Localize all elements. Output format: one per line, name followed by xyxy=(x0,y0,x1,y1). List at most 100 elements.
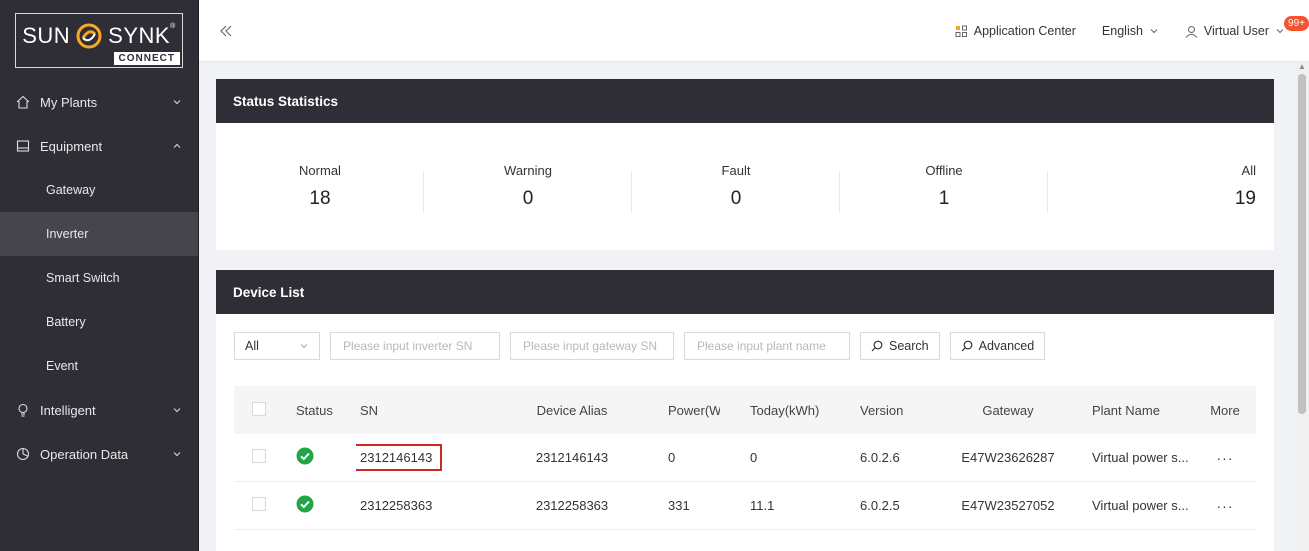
alias-cell: 2312146143 xyxy=(535,450,609,465)
inverter-sn-input[interactable] xyxy=(330,332,500,360)
sn-cell: 2312146143 xyxy=(356,444,506,471)
status-ok-icon xyxy=(296,447,314,465)
top-bar: Application Center English Virtual User … xyxy=(199,0,1309,62)
notification-badge[interactable]: 99+ xyxy=(1284,16,1309,31)
column-header-gateway[interactable]: Gateway xyxy=(938,403,1078,418)
column-header-status[interactable]: Status xyxy=(286,403,356,418)
chevron-down-icon xyxy=(172,97,182,107)
row-checkbox-cell xyxy=(234,449,286,466)
sidebar-item-intelligent[interactable]: Intelligent xyxy=(0,388,198,432)
collapse-sidebar-icon[interactable] xyxy=(219,24,233,38)
logo-wrap: SUN SYNK® CONNECT xyxy=(0,0,198,80)
status-filter-select[interactable]: All xyxy=(234,332,320,360)
sidebar-item-inverter[interactable]: Inverter xyxy=(0,212,198,256)
power-cell: 0 xyxy=(668,450,676,465)
sidebar-item-label: Equipment xyxy=(40,138,103,154)
search-icon xyxy=(871,340,883,352)
status-statistics-card: Status Statistics Normal 18 Warning 0 Fa… xyxy=(216,79,1274,250)
status-statistics-title: Status Statistics xyxy=(216,79,1274,123)
column-header-sn[interactable]: SN xyxy=(356,403,506,418)
advanced-search-button[interactable]: Advanced xyxy=(949,332,1046,360)
stat-label: Fault xyxy=(721,163,751,178)
sidebar-item-label: Operation Data xyxy=(40,446,129,462)
chevron-down-icon xyxy=(172,449,182,459)
select-all-checkbox-cell xyxy=(234,401,286,419)
row-checkbox[interactable] xyxy=(252,449,266,463)
stat-all[interactable]: All 19 xyxy=(1048,163,1274,210)
scroll-up-icon[interactable]: ▲ xyxy=(1298,62,1306,71)
sidebar-item-event[interactable]: Event xyxy=(0,344,198,388)
more-actions-cell: ··· xyxy=(1196,450,1254,466)
scrollbar-thumb[interactable] xyxy=(1298,74,1306,414)
logo-reg-mark: ® xyxy=(170,23,176,30)
logo-synk-text: SYNK xyxy=(108,23,171,48)
stat-value: 0 xyxy=(522,188,534,209)
select-all-checkbox[interactable] xyxy=(252,401,266,416)
main-content: Status Statistics Normal 18 Warning 0 Fa… xyxy=(199,62,1295,551)
sidebar-item-smart-switch[interactable]: Smart Switch xyxy=(0,256,198,300)
page-scrollbar[interactable]: ▲ xyxy=(1295,62,1309,551)
column-header-alias[interactable]: Device Alias xyxy=(506,403,638,418)
stat-label: Normal xyxy=(299,163,341,178)
stat-value: 1 xyxy=(938,188,950,209)
logo-word-sun: SUN xyxy=(22,23,71,48)
version-cell: 6.0.2.5 xyxy=(860,498,900,513)
sidebar-item-equipment[interactable]: Equipment xyxy=(0,124,198,168)
chart-icon xyxy=(16,447,30,461)
column-header-more: More xyxy=(1210,402,1240,418)
plant-cell: Virtual power s... xyxy=(1092,450,1189,465)
user-name: Virtual User xyxy=(1203,24,1269,38)
language-select[interactable]: English xyxy=(1102,24,1159,38)
table-row[interactable]: 2312146143 2312146143 0 0 6.0.2.6 E47W23… xyxy=(234,434,1256,482)
stat-label: Warning xyxy=(504,163,552,178)
bulb-icon xyxy=(16,403,30,417)
sidebar-item-my-plants[interactable]: My Plants xyxy=(0,80,198,124)
stat-warning[interactable]: Warning 0 xyxy=(424,163,632,213)
sidebar-item-battery[interactable]: Battery xyxy=(0,300,198,344)
stat-value: 18 xyxy=(309,188,331,209)
column-header-version[interactable]: Version xyxy=(850,403,938,418)
user-menu[interactable]: Virtual User xyxy=(1185,24,1285,38)
chevron-down-icon xyxy=(300,344,308,349)
today-cell: 11.1 xyxy=(750,498,775,513)
stat-value: 19 xyxy=(1234,188,1256,209)
more-actions-icon[interactable]: ··· xyxy=(1217,498,1234,514)
equipment-icon xyxy=(16,139,30,153)
sunsynk-logo[interactable]: SUN SYNK® CONNECT xyxy=(15,12,183,68)
version-cell: 6.0.2.6 xyxy=(860,450,900,465)
sn-cell[interactable]: 2312258363 xyxy=(356,498,506,513)
plant-name-input[interactable] xyxy=(684,332,850,360)
search-button-label: Search xyxy=(889,339,929,353)
logo-word-synk: SYNK® xyxy=(108,23,176,49)
advanced-button-label: Advanced xyxy=(978,339,1035,353)
sn-link-highlighted[interactable]: 2312146143 xyxy=(356,444,443,471)
language-label: English xyxy=(1101,24,1143,38)
sidebar-item-gateway[interactable]: Gateway xyxy=(0,168,198,212)
table-row[interactable]: 2312258363 2312258363 331 11.1 6.0.2.5 E… xyxy=(234,482,1256,530)
stat-fault[interactable]: Fault 0 xyxy=(632,163,840,213)
sidebar-item-operation-data[interactable]: Operation Data xyxy=(0,432,198,476)
chevron-up-icon xyxy=(172,141,182,151)
status-ok-icon xyxy=(296,495,314,513)
column-header-today[interactable]: Today(kWh) xyxy=(720,403,850,418)
application-center-label: Application Center xyxy=(973,24,1076,38)
stat-offline[interactable]: Offline 1 xyxy=(840,163,1048,213)
row-checkbox[interactable] xyxy=(252,497,266,511)
device-list-title: Device List xyxy=(216,270,1274,314)
apps-icon xyxy=(955,25,967,37)
application-center-link[interactable]: Application Center xyxy=(955,24,1076,38)
more-actions-icon[interactable]: ··· xyxy=(1217,450,1234,466)
user-icon xyxy=(1185,25,1198,38)
search-button[interactable]: Search xyxy=(860,332,940,360)
logo-connect-label: CONNECT xyxy=(113,51,180,65)
stat-normal[interactable]: Normal 18 xyxy=(216,163,424,213)
column-header-plant[interactable]: Plant Name xyxy=(1078,403,1196,418)
chevron-down-icon xyxy=(172,405,182,415)
filter-bar: All Search Advanced xyxy=(216,314,1274,378)
gateway-cell: E47W23527052 xyxy=(961,498,1055,513)
status-stats: Normal 18 Warning 0 Fault 0 Offline 1 Al… xyxy=(216,123,1274,250)
gateway-sn-input[interactable] xyxy=(510,332,674,360)
sidebar-item-label: My Plants xyxy=(40,94,98,110)
column-header-power[interactable]: Power(W) xyxy=(638,403,720,418)
sidebar: SUN SYNK® CONNECT My Plants Equipment Ga… xyxy=(0,0,199,551)
